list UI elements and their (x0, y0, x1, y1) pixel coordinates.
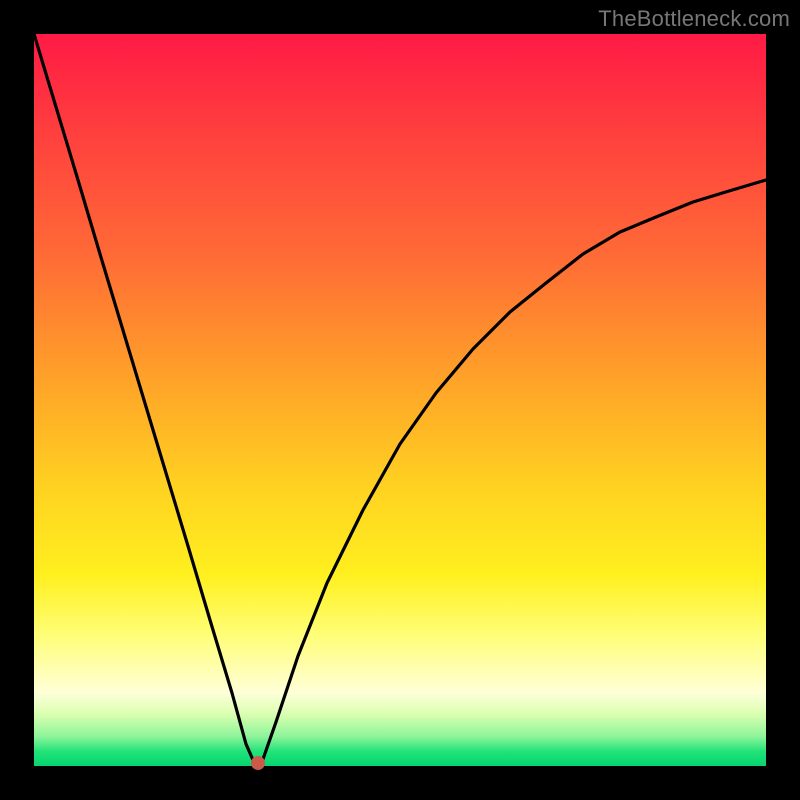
min-marker-dot (251, 756, 265, 770)
curve-path (34, 34, 766, 762)
chart-frame: TheBottleneck.com (0, 0, 800, 800)
bottleneck-curve (34, 34, 766, 766)
watermark-text: TheBottleneck.com (598, 6, 790, 32)
plot-area (34, 34, 766, 766)
